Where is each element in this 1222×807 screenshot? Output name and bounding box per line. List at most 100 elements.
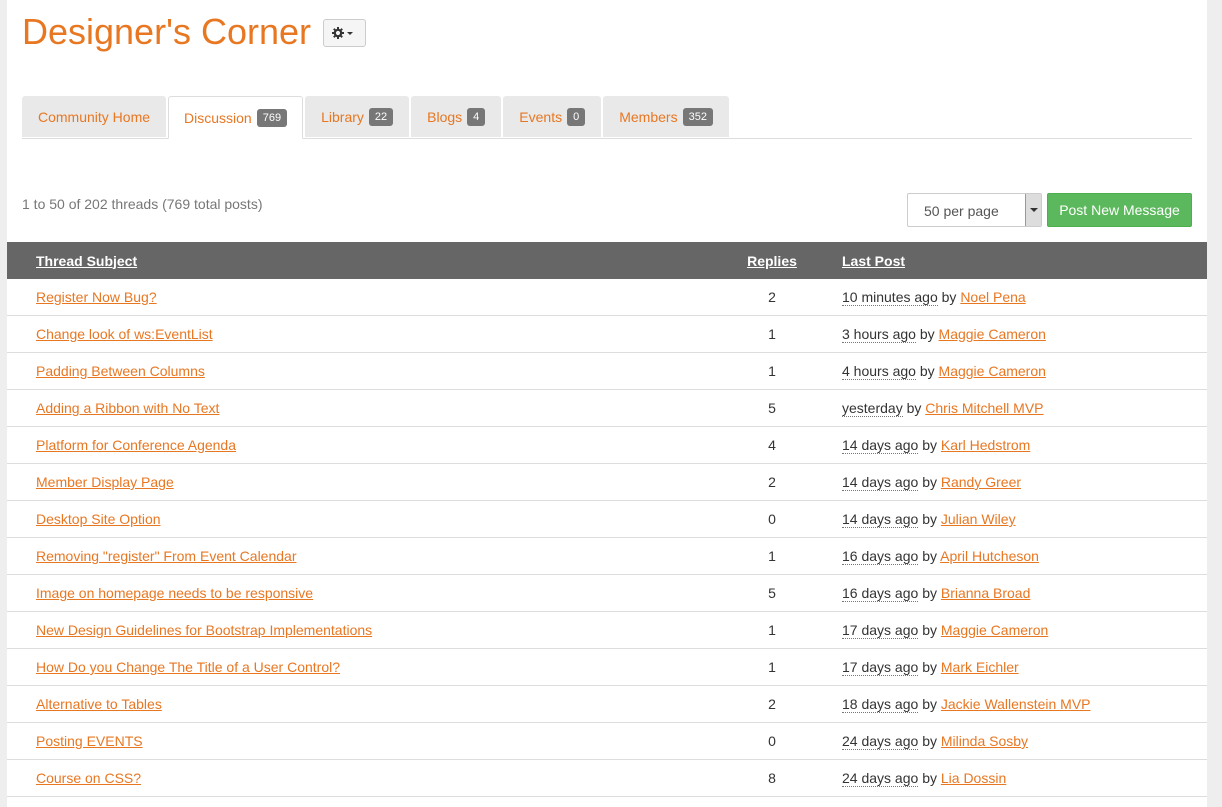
replies-count: 8 [732, 759, 812, 797]
author-link[interactable]: Mark Eichler [941, 659, 1019, 675]
author-link[interactable]: Julian Wiley [941, 511, 1016, 527]
tab-events[interactable]: Events 0 [503, 96, 602, 137]
table-row: Image on homepage needs to be responsive… [7, 574, 1207, 612]
thread-subject-link[interactable]: How Do you Change The Title of a User Co… [36, 659, 340, 675]
tab-members[interactable]: Members 352 [603, 96, 729, 137]
thread-subject-link[interactable]: Course on CSS? [36, 770, 141, 786]
last-post-time: 24 days ago [842, 770, 919, 787]
author-link[interactable]: April Hutcheson [940, 548, 1039, 564]
last-post-time: 14 days ago [842, 437, 919, 454]
by-label: by [941, 289, 957, 305]
replies-count: 2 [732, 463, 812, 501]
per-page-select[interactable]: 50 per page [907, 193, 1042, 227]
tab-community-home[interactable]: Community Home [22, 96, 167, 137]
by-label: by [922, 622, 937, 638]
by-label: by [922, 733, 937, 749]
subject-cell: Course on CSS? [7, 759, 732, 797]
tab-blogs[interactable]: Blogs 4 [411, 96, 502, 137]
table-row: Platform for Conference Agenda 4 14 days a… [7, 426, 1207, 464]
author-link[interactable]: Chris Mitchell MVP [925, 400, 1043, 416]
last-post-time: 17 days ago [842, 659, 919, 676]
last-post-cell: 17 days ago by Maggie Cameron [812, 611, 1207, 649]
author-link[interactable]: Noel Pena [960, 289, 1025, 305]
last-post-time: 18 days ago [842, 696, 919, 713]
column-header-subject: Thread Subject [7, 242, 732, 279]
dropdown-toggle[interactable] [1025, 194, 1041, 226]
per-page-value: 50 per page [924, 203, 999, 219]
threads-table: Thread Subject Replies Last Post Registe… [7, 242, 1207, 797]
last-post-cell: 14 days ago by Julian Wiley [812, 500, 1207, 538]
by-label: by [922, 770, 937, 786]
thread-subject-link[interactable]: Image on homepage needs to be responsive [36, 585, 313, 601]
count-badge: 352 [682, 108, 713, 126]
count-badge: 4 [467, 108, 486, 126]
table-row: Removing "register" From Event Calendar 1… [7, 537, 1207, 575]
replies-count: 4 [732, 426, 812, 464]
last-post-cell: 18 days ago by Jackie Wallenstein MVP [812, 685, 1207, 723]
last-post-cell: 4 hours ago by Maggie Cameron [812, 352, 1207, 390]
thread-subject-link[interactable]: Alternative to Tables [36, 696, 162, 712]
subject-cell: Posting EVENTS [7, 722, 732, 760]
replies-count: 1 [732, 611, 812, 649]
thread-subject-link[interactable]: New Design Guidelines for Bootstrap Impl… [36, 622, 372, 638]
tab-label: Discussion [184, 109, 252, 126]
table-row: Change look of ws:EventList 1 3 hours ago … [7, 315, 1207, 353]
table-row: Member Display Page 2 14 days ago by Randy… [7, 463, 1207, 501]
author-link[interactable]: Milinda Sosby [941, 733, 1028, 749]
thread-subject-link[interactable]: Member Display Page [36, 474, 174, 490]
table-row: Alternative to Tables 2 18 days ago by Jac… [7, 685, 1207, 723]
by-label: by [922, 511, 937, 527]
subject-cell: Platform for Conference Agenda [7, 426, 732, 464]
author-link[interactable]: Maggie Cameron [939, 326, 1046, 342]
author-link[interactable]: Lia Dossin [941, 770, 1006, 786]
thread-subject-link[interactable]: Change look of ws:EventList [36, 326, 213, 342]
chevron-down-icon [347, 32, 354, 35]
column-header-last-post: Last Post [812, 242, 1207, 279]
post-new-message-button[interactable]: Post New Message [1047, 193, 1192, 227]
by-label: by [919, 363, 935, 379]
subject-cell: How Do you Change The Title of a User Co… [7, 648, 732, 686]
last-post-cell: 24 days ago by Lia Dossin [812, 759, 1207, 797]
settings-button[interactable] [322, 19, 366, 47]
sort-by-last-post-link[interactable]: Last Post [842, 253, 905, 269]
table-row: How Do you Change The Title of a User Co… [7, 648, 1207, 686]
last-post-time: 16 days ago [842, 585, 919, 602]
gear-icon [332, 27, 354, 39]
replies-count: 0 [732, 500, 812, 538]
thread-summary: 1 to 50 of 202 threads (769 total posts) [22, 196, 263, 212]
count-badge: 0 [567, 108, 586, 126]
author-link[interactable]: Randy Greer [941, 474, 1021, 490]
subject-cell: Member Display Page [7, 463, 732, 501]
last-post-cell: 24 days ago by Milinda Sosby [812, 722, 1207, 760]
author-link[interactable]: Brianna Broad [941, 585, 1031, 601]
thread-subject-link[interactable]: Adding a Ribbon with No Text [36, 400, 219, 416]
thread-subject-link[interactable]: Posting EVENTS [36, 733, 143, 749]
column-header-replies: Replies [732, 242, 812, 279]
last-post-time: 24 days ago [842, 733, 919, 750]
replies-count: 1 [732, 352, 812, 390]
author-link[interactable]: Maggie Cameron [939, 363, 1046, 379]
table-row: Posting EVENTS 0 24 days ago by Milinda So… [7, 722, 1207, 760]
last-post-cell: 14 days ago by Karl Hedstrom [812, 426, 1207, 464]
last-post-cell: 14 days ago by Randy Greer [812, 463, 1207, 501]
thread-subject-link[interactable]: Removing "register" From Event Calendar [36, 548, 296, 564]
sort-by-replies-link[interactable]: Replies [747, 253, 797, 269]
by-label: by [922, 474, 937, 490]
tab-discussion[interactable]: Discussion 769 [168, 96, 304, 139]
sort-by-subject-link[interactable]: Thread Subject [36, 253, 137, 269]
author-link[interactable]: Jackie Wallenstein MVP [941, 696, 1091, 712]
subject-cell: Register Now Bug? [7, 279, 732, 316]
thread-subject-link[interactable]: Register Now Bug? [36, 289, 157, 305]
thread-subject-link[interactable]: Platform for Conference Agenda [36, 437, 236, 453]
author-link[interactable]: Maggie Cameron [941, 622, 1048, 638]
thread-subject-link[interactable]: Padding Between Columns [36, 363, 205, 379]
by-label: by [919, 326, 935, 342]
by-label: by [922, 696, 937, 712]
count-badge: 769 [256, 108, 288, 127]
by-label: by [922, 585, 937, 601]
tab-label: Events [519, 109, 563, 125]
thread-subject-link[interactable]: Desktop Site Option [36, 511, 161, 527]
tab-library[interactable]: Library 22 [305, 96, 410, 137]
author-link[interactable]: Karl Hedstrom [941, 437, 1030, 453]
tab-label: Library [321, 109, 364, 125]
